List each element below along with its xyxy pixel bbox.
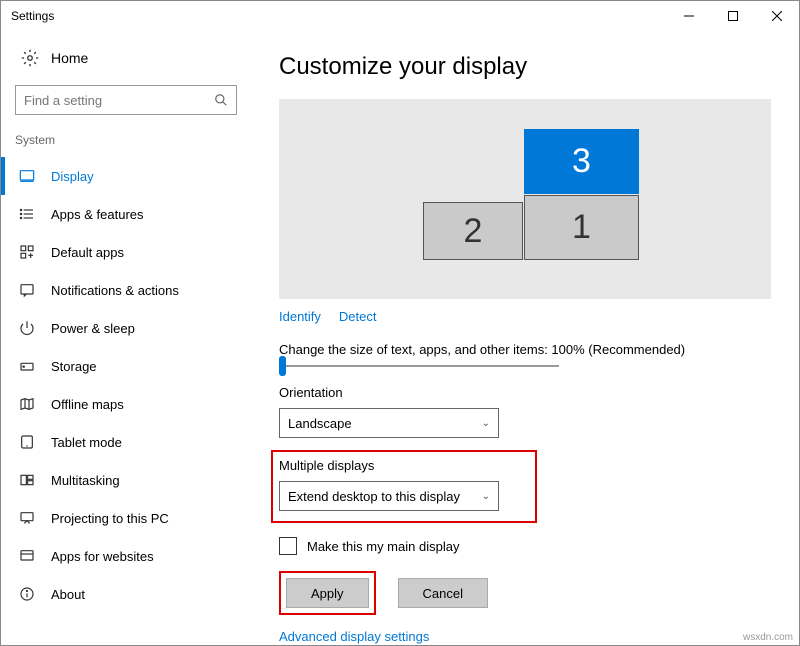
close-button[interactable]: [755, 2, 799, 30]
notify-icon: [19, 282, 35, 298]
search-icon: [214, 93, 228, 107]
minimize-button[interactable]: [667, 2, 711, 30]
nav-projecting[interactable]: Projecting to this PC: [1, 499, 251, 537]
nav-about[interactable]: About: [1, 575, 251, 613]
nav-label: Power & sleep: [51, 321, 135, 336]
nav-label: Storage: [51, 359, 97, 374]
chevron-down-icon: ⌄: [482, 491, 490, 502]
monitor-1[interactable]: 1: [524, 195, 639, 260]
nav-label: Notifications & actions: [51, 283, 179, 298]
nav-notifications[interactable]: Notifications & actions: [1, 271, 251, 309]
multi-icon: [19, 472, 35, 488]
nav-label: Default apps: [51, 245, 124, 260]
text-size-slider[interactable]: [279, 365, 559, 367]
main-display-label: Make this my main display: [307, 539, 459, 554]
maps-icon: [19, 396, 35, 412]
home-label: Home: [51, 50, 88, 66]
main-panel: Customize your display 3 2 1 Identify De…: [251, 31, 799, 645]
orientation-label: Orientation: [279, 385, 771, 400]
detect-link[interactable]: Detect: [339, 309, 377, 324]
nav-offline-maps[interactable]: Offline maps: [1, 385, 251, 423]
search-input[interactable]: [15, 85, 237, 115]
advanced-display-settings-link[interactable]: Advanced display settings: [279, 629, 429, 644]
nav-storage[interactable]: Storage: [1, 347, 251, 385]
text-size-label: Change the size of text, apps, and other…: [279, 342, 771, 357]
monitor-3[interactable]: 3: [524, 129, 639, 194]
section-label: System: [1, 133, 251, 157]
nav-label: Display: [51, 169, 94, 184]
nav-multitasking[interactable]: Multitasking: [1, 461, 251, 499]
nav-power-sleep[interactable]: Power & sleep: [1, 309, 251, 347]
gear-icon: [21, 49, 39, 67]
power-icon: [19, 320, 35, 336]
home-button[interactable]: Home: [1, 49, 251, 85]
identify-link[interactable]: Identify: [279, 309, 321, 324]
slider-thumb[interactable]: [279, 356, 286, 376]
nav-label: Apps & features: [51, 207, 144, 222]
orientation-dropdown[interactable]: Landscape ⌄: [279, 408, 499, 438]
defaults-icon: [19, 244, 35, 260]
project-icon: [19, 510, 35, 526]
nav-list: Display Apps & features Default apps Not…: [1, 157, 251, 613]
nav-display[interactable]: Display: [1, 157, 251, 195]
window-title: Settings: [11, 9, 667, 23]
monitor-2[interactable]: 2: [423, 202, 523, 260]
storage-icon: [19, 358, 35, 374]
nav-label: Offline maps: [51, 397, 124, 412]
list-icon: [19, 206, 35, 222]
about-icon: [19, 586, 35, 602]
maximize-button[interactable]: [711, 2, 755, 30]
watermark: wsxdn.com: [743, 632, 793, 643]
search-field[interactable]: [24, 93, 214, 108]
multiple-displays-label: Multiple displays: [279, 458, 525, 473]
tablet-icon: [19, 434, 35, 450]
main-display-checkbox[interactable]: [279, 537, 297, 555]
multiple-displays-value: Extend desktop to this display: [288, 489, 460, 504]
titlebar: Settings: [1, 1, 799, 31]
page-title: Customize your display: [279, 53, 771, 81]
nav-label: Apps for websites: [51, 549, 154, 564]
chevron-down-icon: ⌄: [482, 418, 490, 429]
nav-default-apps[interactable]: Default apps: [1, 233, 251, 271]
sidebar: Home System Display Apps & features Defa…: [1, 31, 251, 645]
nav-label: Tablet mode: [51, 435, 122, 450]
highlight-box-apply: Apply: [279, 571, 376, 615]
orientation-value: Landscape: [288, 416, 352, 431]
nav-tablet-mode[interactable]: Tablet mode: [1, 423, 251, 461]
multiple-displays-dropdown[interactable]: Extend desktop to this display ⌄: [279, 481, 499, 511]
highlight-box-multiple-displays: Multiple displays Extend desktop to this…: [271, 450, 537, 523]
nav-label: Projecting to this PC: [51, 511, 169, 526]
webapps-icon: [19, 548, 35, 564]
cancel-button[interactable]: Cancel: [398, 578, 488, 608]
display-preview[interactable]: 3 2 1: [279, 99, 771, 299]
nav-apps-features[interactable]: Apps & features: [1, 195, 251, 233]
apply-button[interactable]: Apply: [286, 578, 369, 608]
nav-label: About: [51, 587, 85, 602]
nav-apps-websites[interactable]: Apps for websites: [1, 537, 251, 575]
window-controls: [667, 2, 799, 30]
nav-label: Multitasking: [51, 473, 120, 488]
display-icon: [19, 168, 35, 184]
main-display-checkbox-row[interactable]: Make this my main display: [279, 537, 771, 555]
